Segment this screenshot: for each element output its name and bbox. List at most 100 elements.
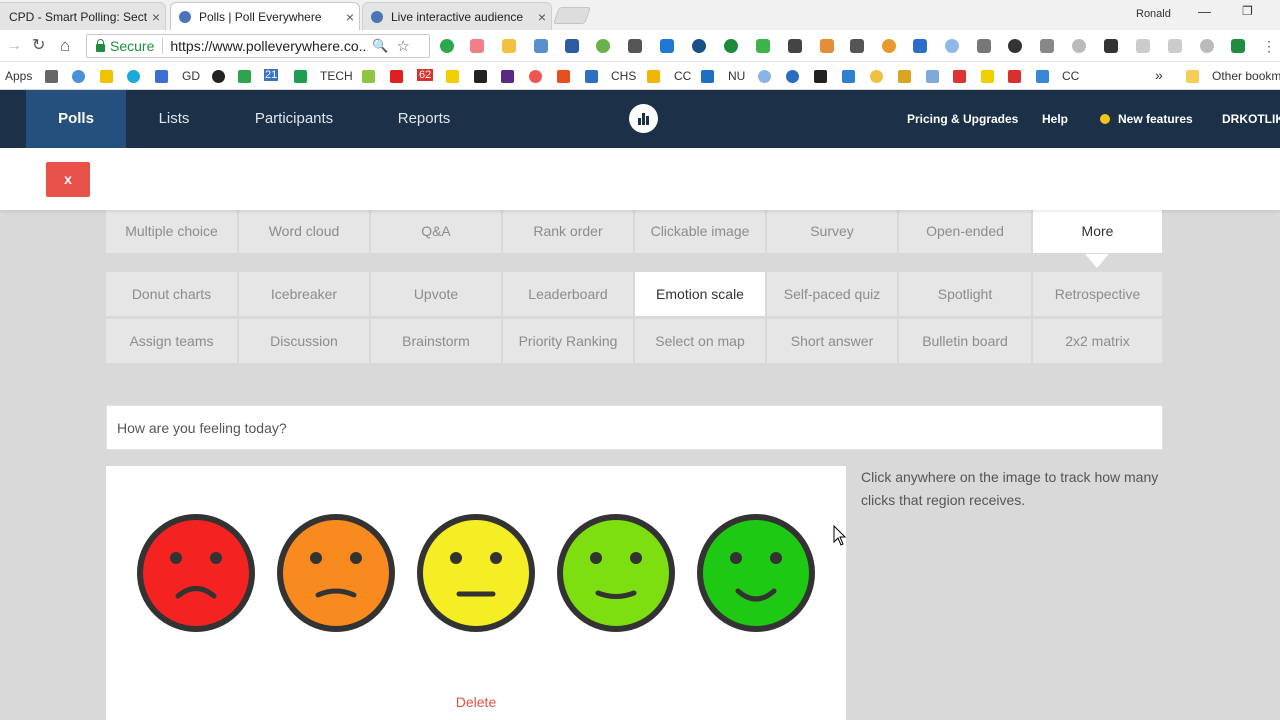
type-bulletin-board[interactable]: Bulletin board — [899, 319, 1031, 363]
very-happy-face-icon[interactable] — [697, 514, 815, 632]
bookmark-icon[interactable] — [758, 70, 771, 83]
bookmark-icon[interactable] — [557, 70, 570, 83]
bookmark-star-icon[interactable]: ☆ — [397, 37, 410, 55]
restore-icon[interactable]: ❐ — [1242, 4, 1253, 18]
bookmark-icon[interactable] — [981, 70, 994, 83]
type-assign-teams[interactable]: Assign teams — [106, 319, 237, 363]
type-leaderboard[interactable]: Leaderboard — [503, 272, 633, 316]
bookmark-62[interactable]: 62 — [417, 69, 434, 81]
type-rank-order[interactable]: Rank order — [503, 209, 633, 253]
bookmark-icon[interactable] — [529, 70, 542, 83]
type-emotion-scale[interactable]: Emotion scale — [635, 272, 765, 316]
bookmark-icon[interactable] — [501, 70, 514, 83]
bookmark-icon[interactable] — [238, 70, 251, 83]
extension-icon[interactable] — [1072, 39, 1086, 53]
type-donut-charts[interactable]: Donut charts — [106, 272, 237, 316]
extension-icon[interactable] — [977, 39, 991, 53]
minimize-icon[interactable]: — — [1198, 4, 1211, 19]
bookmark-icon[interactable] — [72, 70, 85, 83]
tab-more[interactable]: More — [1033, 209, 1162, 253]
extension-icon[interactable] — [628, 39, 642, 53]
emotion-scale-image[interactable] — [106, 466, 846, 720]
bookmark-icon[interactable] — [1036, 70, 1049, 83]
nav-participants[interactable]: Participants — [246, 90, 342, 148]
nav-lists[interactable]: Lists — [140, 90, 208, 148]
nav-polls[interactable]: Polls — [26, 90, 126, 148]
extension-icon[interactable] — [596, 39, 610, 53]
close-tab-icon[interactable]: × — [533, 9, 551, 25]
type-retrospective[interactable]: Retrospective — [1033, 272, 1162, 316]
forward-arrow-icon[interactable]: → — [6, 37, 22, 55]
bookmark-nu[interactable]: NU — [728, 69, 745, 83]
bookmark-icon[interactable] — [45, 70, 58, 83]
poll-everywhere-logo[interactable] — [629, 104, 658, 133]
bookmark-icon[interactable] — [127, 70, 140, 83]
type-open-ended[interactable]: Open-ended — [899, 209, 1031, 253]
bookmark-cc-2[interactable]: CC — [1062, 69, 1079, 83]
extension-icon[interactable] — [1040, 39, 1054, 53]
extension-icon[interactable] — [913, 39, 927, 53]
bookmark-icon[interactable] — [100, 70, 113, 83]
bookmark-icon[interactable] — [870, 70, 883, 83]
bookmark-icon[interactable] — [1008, 70, 1021, 83]
sad-face-icon[interactable] — [277, 514, 395, 632]
nav-account[interactable]: DRKOTLIK — [1222, 90, 1280, 148]
close-tab-icon[interactable]: × — [341, 9, 359, 25]
type-clickable-image[interactable]: Clickable image — [635, 209, 765, 253]
bookmark-icon[interactable] — [212, 70, 225, 83]
type-2x2-matrix[interactable]: 2x2 matrix — [1033, 319, 1162, 363]
happy-face-icon[interactable] — [557, 514, 675, 632]
type-upvote[interactable]: Upvote — [371, 272, 501, 316]
type-icebreaker[interactable]: Icebreaker — [239, 272, 369, 316]
extension-icon[interactable] — [660, 39, 674, 53]
bookmark-icon[interactable] — [953, 70, 966, 83]
extension-icon[interactable] — [534, 39, 548, 53]
bookmark-gd[interactable]: GD — [182, 69, 200, 83]
close-editor-button[interactable]: x — [46, 162, 90, 197]
extension-icon[interactable] — [820, 39, 834, 53]
neutral-face-icon[interactable] — [417, 514, 535, 632]
extension-icon[interactable] — [1231, 39, 1245, 53]
type-multiple-choice[interactable]: Multiple choice — [106, 209, 237, 253]
bookmark-icon[interactable] — [898, 70, 911, 83]
bookmark-cc[interactable]: CC — [674, 69, 691, 83]
bookmark-icon[interactable] — [294, 70, 307, 83]
extension-icon[interactable] — [756, 39, 770, 53]
bookmark-icon[interactable] — [446, 70, 459, 83]
home-icon[interactable]: ⌂ — [60, 37, 70, 55]
type-priority-ranking[interactable]: Priority Ranking — [503, 319, 633, 363]
extension-icon[interactable] — [1200, 39, 1214, 53]
question-input[interactable]: How are you feeling today? — [106, 405, 1163, 450]
browser-tab-live[interactable]: Live interactive audience × — [362, 2, 552, 30]
close-tab-icon[interactable]: × — [147, 9, 165, 25]
delete-image-link[interactable]: Delete — [440, 694, 512, 710]
very-sad-face-icon[interactable] — [137, 514, 255, 632]
nav-new-features[interactable]: New features — [1100, 90, 1193, 148]
type-word-cloud[interactable]: Word cloud — [239, 209, 369, 253]
extension-icon[interactable] — [440, 39, 454, 53]
extension-icon[interactable] — [470, 39, 484, 53]
extension-icon[interactable] — [692, 39, 706, 53]
bookmark-icon[interactable] — [390, 70, 403, 83]
bookmark-icon[interactable] — [814, 70, 827, 83]
bookmarks-overflow-icon[interactable]: » — [1155, 67, 1163, 83]
extension-icon[interactable] — [1168, 39, 1182, 53]
extension-icon[interactable] — [945, 39, 959, 53]
extension-icon[interactable] — [850, 39, 864, 53]
extension-icon[interactable] — [1008, 39, 1022, 53]
emotion-faces[interactable] — [106, 466, 846, 720]
type-survey[interactable]: Survey — [767, 209, 897, 253]
other-bookmarks[interactable]: Other bookm — [1212, 69, 1280, 83]
url-text[interactable]: https://www.polleverywhere.co... — [163, 38, 368, 54]
bookmark-icon[interactable] — [474, 70, 487, 83]
bookmark-icon[interactable] — [155, 70, 168, 83]
new-tab-button[interactable] — [552, 7, 592, 24]
nav-reports[interactable]: Reports — [388, 90, 460, 148]
extension-icon[interactable] — [1136, 39, 1150, 53]
bookmark-icon[interactable] — [786, 70, 799, 83]
bookmark-icon[interactable] — [647, 70, 660, 83]
type-spotlight[interactable]: Spotlight — [899, 272, 1031, 316]
browser-tab-polls[interactable]: Polls | Poll Everywhere × — [170, 2, 360, 30]
type-discussion[interactable]: Discussion — [239, 319, 369, 363]
type-select-on-map[interactable]: Select on map — [635, 319, 765, 363]
